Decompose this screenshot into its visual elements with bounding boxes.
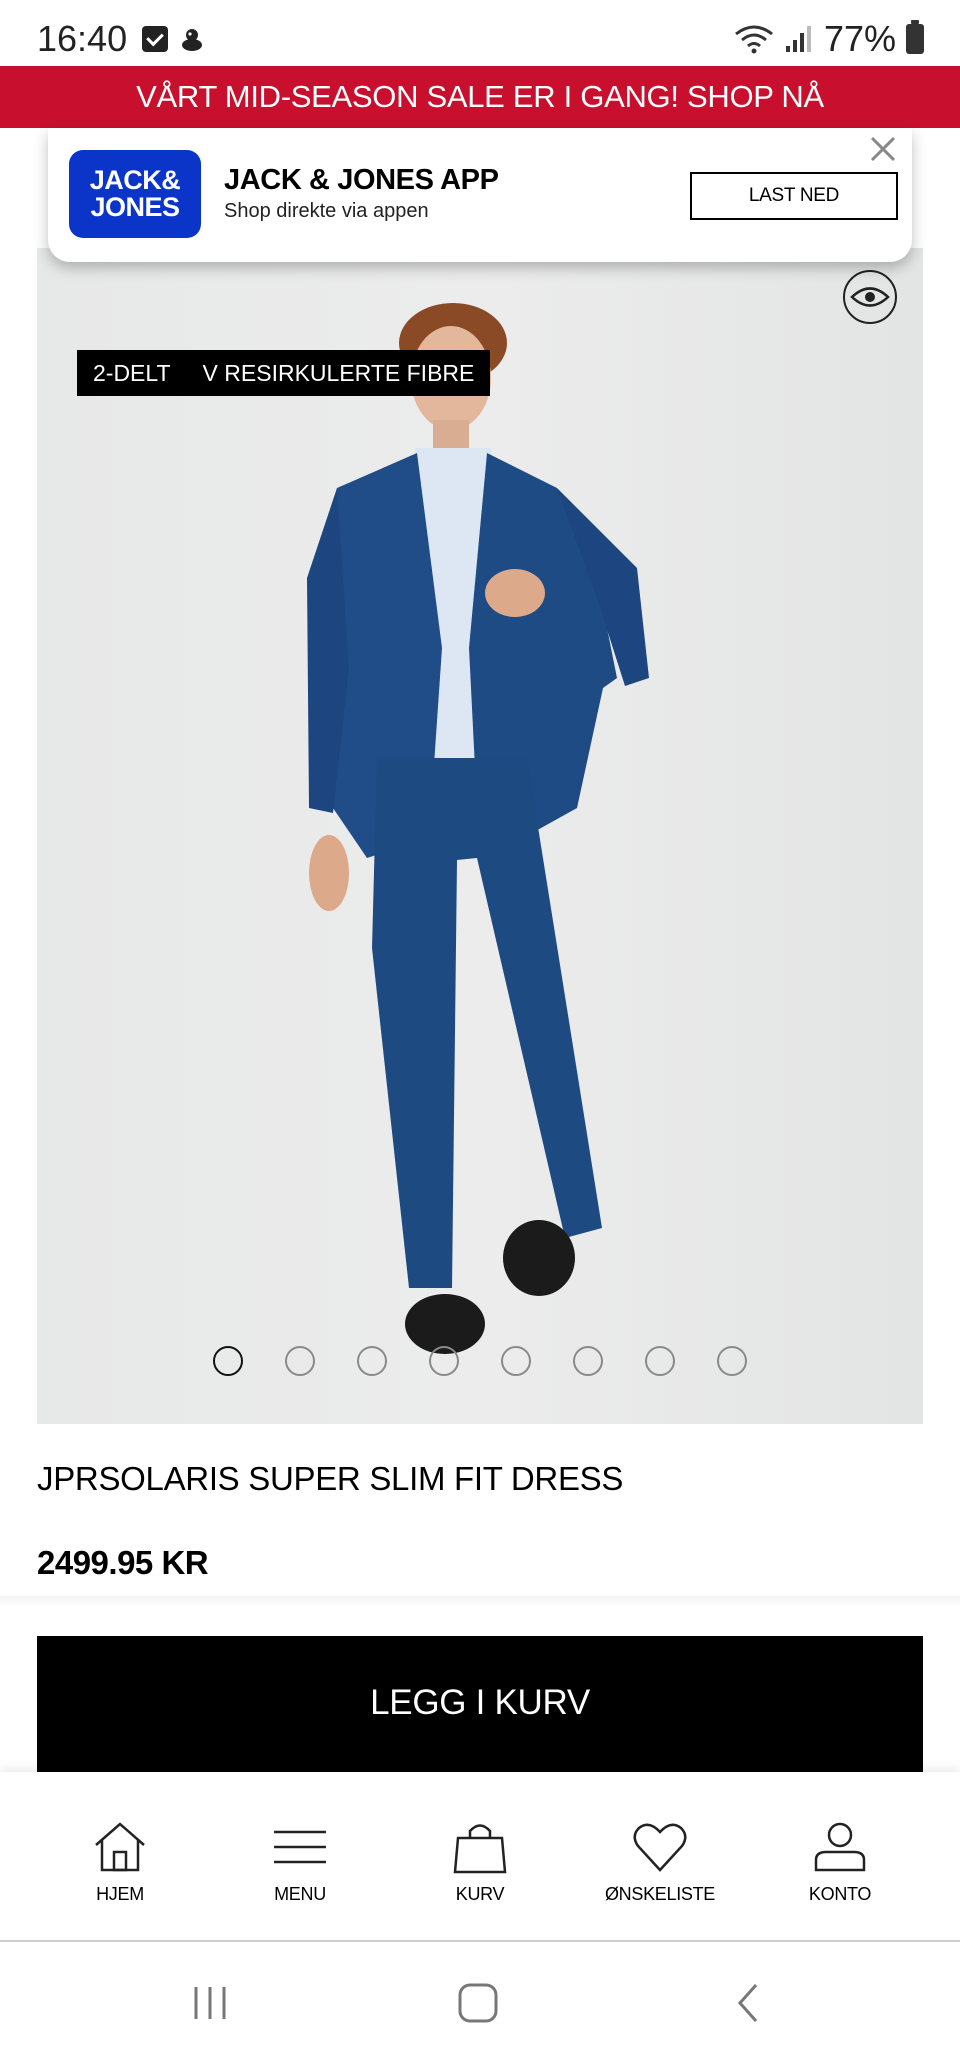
- notification-blob-icon: [182, 29, 202, 51]
- promo-banner[interactable]: VÅRT MID-SEASON SALE ER I GANG! SHOP NÅ: [0, 66, 960, 128]
- home-circle-icon: [458, 1983, 498, 2023]
- carousel-dot[interactable]: [357, 1346, 387, 1376]
- heart-icon: [633, 1823, 687, 1872]
- system-home-button[interactable]: [448, 1978, 508, 2028]
- nav-label-cart: KURV: [455, 1884, 505, 1904]
- logo-line-2: JONES: [90, 192, 180, 222]
- carousel-dot[interactable]: [213, 1346, 243, 1376]
- product-badges: 2-DELT V RESIRKULERTE FIBRE: [77, 350, 491, 396]
- nav-label-wishlist: ØNSKELISTE: [604, 1884, 716, 1904]
- product-name: JPRSOLARIS SUPER SLIM FIT DRESS: [37, 1460, 624, 1497]
- carousel-dot[interactable]: [573, 1346, 603, 1376]
- battery-icon: [906, 20, 924, 54]
- app-popup-subtitle: Shop direkte via appen: [224, 200, 429, 222]
- badge-two-piece: 2-DELT: [77, 350, 187, 396]
- status-system-icons: 77%: [734, 18, 924, 60]
- signal-icon: [785, 26, 811, 52]
- bottom-navigation: HJEM MENU KURV ØNSKELISTE KONTO: [0, 1772, 960, 1940]
- product-price: 2499.95 KR: [37, 1544, 209, 1581]
- status-bar: 16:40 77%: [0, 0, 960, 66]
- close-icon[interactable]: [868, 134, 898, 164]
- logo-line-1: JACK&: [89, 165, 181, 195]
- wifi-icon: [735, 25, 773, 54]
- nav-label-home: HJEM: [96, 1884, 144, 1904]
- status-notification-icons: [142, 26, 204, 52]
- nav-item-wishlist[interactable]: ØNSKELISTE: [575, 1818, 745, 1905]
- recent-apps-icon: [194, 1987, 226, 2019]
- view-similar-button[interactable]: [843, 270, 897, 324]
- nav-item-home[interactable]: HJEM: [35, 1818, 205, 1905]
- app-install-popup: JACK& JONES JACK & JONES APP Shop direkt…: [48, 128, 912, 262]
- check-icon: [142, 26, 168, 52]
- eye-icon: [850, 287, 890, 307]
- carousel-dot[interactable]: [285, 1346, 315, 1376]
- carousel-dots: [37, 1346, 923, 1376]
- nav-item-account[interactable]: KONTO: [755, 1818, 925, 1905]
- nav-item-menu[interactable]: MENU: [215, 1818, 385, 1905]
- add-to-cart-button[interactable]: LEGG I KURV: [37, 1636, 923, 1776]
- system-back-button[interactable]: [718, 1978, 778, 2028]
- bag-icon: [453, 1824, 507, 1874]
- product-image-carousel[interactable]: 2-DELT V RESIRKULERTE FIBRE: [37, 248, 923, 1424]
- account-icon: [814, 1822, 866, 1872]
- status-time: 16:40: [37, 18, 128, 59]
- divider: [0, 1596, 960, 1608]
- carousel-dot[interactable]: [645, 1346, 675, 1376]
- recent-apps-button[interactable]: [180, 1978, 240, 2028]
- carousel-dot[interactable]: [429, 1346, 459, 1376]
- nav-label-menu: MENU: [274, 1884, 326, 1904]
- battery-percent: 77%: [823, 18, 896, 59]
- download-app-button[interactable]: LAST NED: [690, 172, 898, 220]
- nav-item-cart[interactable]: KURV: [395, 1818, 565, 1905]
- menu-icon: [274, 1830, 326, 1864]
- badge-recycled: V RESIRKULERTE FIBRE: [186, 350, 491, 396]
- home-icon: [95, 1822, 145, 1872]
- system-navigation-bar: [0, 1942, 960, 2059]
- back-icon: [737, 1984, 758, 2022]
- nav-label-account: KONTO: [808, 1884, 872, 1904]
- app-popup-title: JACK & JONES APP: [224, 164, 499, 196]
- carousel-dot[interactable]: [501, 1346, 531, 1376]
- jack-jones-app-logo: JACK& JONES: [69, 150, 201, 238]
- product-photo-model: [307, 303, 649, 1354]
- carousel-dot[interactable]: [717, 1346, 747, 1376]
